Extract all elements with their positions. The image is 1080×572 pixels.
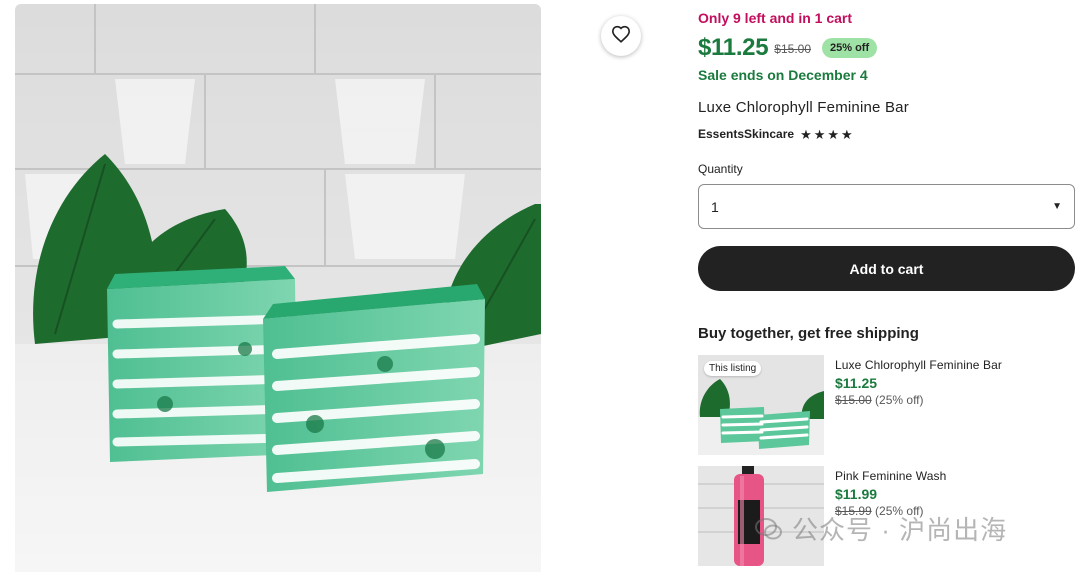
discount-badge: 25% off <box>822 38 878 58</box>
quantity-label: Quantity <box>698 162 743 176</box>
bundle-item-info: Luxe Chlorophyll Feminine Bar $11.25 $15… <box>835 358 1075 407</box>
listing-title: Luxe Chlorophyll Feminine Bar <box>698 99 909 116</box>
bundle-item-price: $11.99 <box>835 486 878 502</box>
price-row: $11.25 $15.00 25% off <box>698 34 878 62</box>
quantity-select[interactable]: 1 ▼ <box>698 184 1075 229</box>
sale-price: $11.25 <box>698 34 769 61</box>
caret-down-icon: ▼ <box>1052 201 1062 212</box>
bundle-item-price: $11.25 <box>835 375 878 391</box>
quantity-value: 1 <box>711 198 719 215</box>
rating-stars: ★ ★ ★ ★ <box>800 128 853 141</box>
star-icon: ★ <box>841 126 853 142</box>
bundle-heading: Buy together, get free shipping <box>698 325 919 342</box>
stock-notice: Only 9 left and in 1 cart <box>698 10 853 26</box>
heart-icon <box>611 25 631 48</box>
favorite-button[interactable] <box>601 16 641 56</box>
watermark: 公众号 · 沪尚出海 <box>754 510 1007 547</box>
original-price: $15.00 <box>774 42 811 56</box>
buy-box: Only 9 left and in 1 cart $11.25 $15.00 … <box>698 0 1076 572</box>
shop-name-link[interactable]: EssentsSkincare <box>698 127 794 141</box>
add-to-cart-button[interactable]: Add to cart <box>698 246 1075 291</box>
star-icon: ★ <box>827 126 840 142</box>
shop-row: EssentsSkincare ★ ★ ★ ★ <box>698 127 853 141</box>
watermark-text: 公众号 · 沪尚出海 <box>792 515 1008 545</box>
bundle-item-title[interactable]: Luxe Chlorophyll Feminine Bar <box>835 358 1075 372</box>
this-listing-badge: This listing <box>704 361 762 376</box>
bundle-item-discount: (25% off) <box>875 393 924 407</box>
soap-photo <box>15 4 541 572</box>
sale-end-notice: Sale ends on December 4 <box>698 67 868 83</box>
bundle-thumbnail[interactable]: This listing <box>698 355 824 455</box>
product-main-image[interactable] <box>15 4 541 572</box>
star-icon: ★ <box>800 126 812 142</box>
bundle-item-title[interactable]: Pink Feminine Wash <box>835 469 1075 483</box>
bundle-item-original-price: $15.00 <box>835 393 872 407</box>
bundle-item-original: $15.00 (25% off) <box>835 393 1075 407</box>
wechat-icon <box>754 514 784 544</box>
bundle-item[interactable]: This listing Luxe Chlorophyll Feminine B… <box>698 355 1076 455</box>
star-icon: ★ <box>813 126 826 142</box>
